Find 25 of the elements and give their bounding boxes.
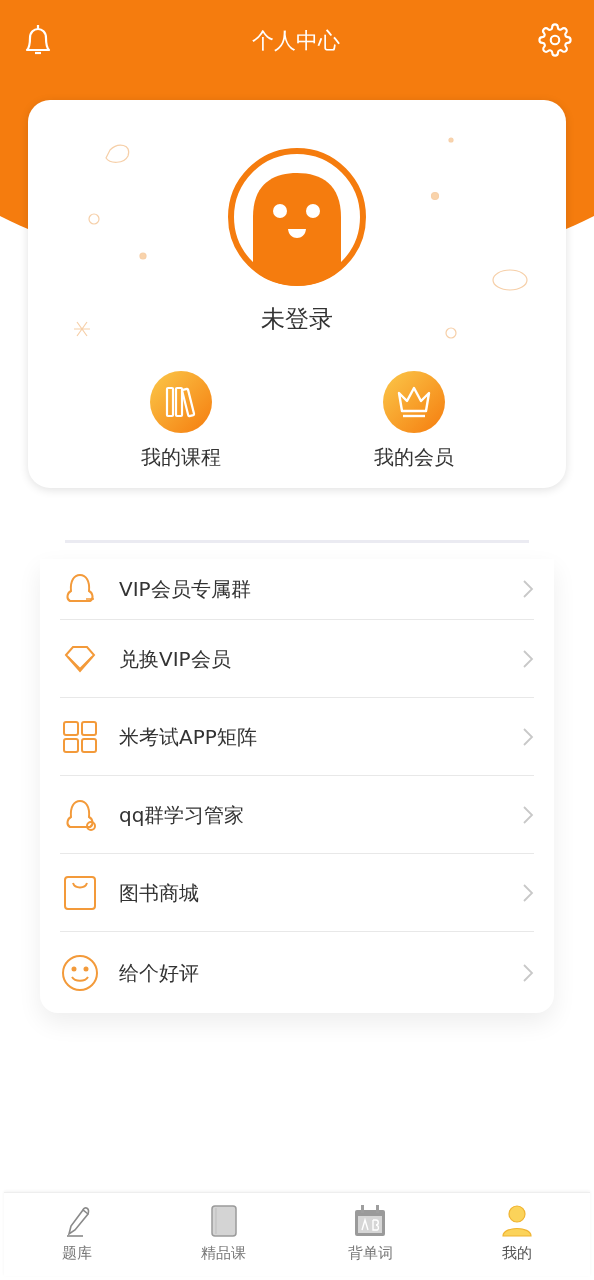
settings-icon[interactable]	[538, 23, 572, 57]
menu-item[interactable]: 给个好评	[60, 931, 534, 1013]
menu-item[interactable]: 兑换VIP会员	[60, 619, 534, 697]
crown-icon	[382, 371, 445, 433]
smile-icon	[60, 952, 100, 993]
menu-item[interactable]: qq群学习管家	[60, 775, 534, 853]
chevron-icon	[522, 648, 534, 669]
tab[interactable]: 题库	[4, 1193, 151, 1276]
quick-link[interactable]: 我的会员	[338, 371, 489, 472]
menu-item[interactable]: 图书商城	[60, 853, 534, 931]
avatar-icon[interactable]	[227, 147, 367, 287]
chevron-icon	[522, 882, 534, 903]
chevron-icon	[522, 579, 534, 599]
tab[interactable]: 精品课	[150, 1193, 297, 1276]
tab[interactable]: 背单词	[297, 1193, 444, 1276]
menu-item[interactable]: VIP会员专属群	[60, 559, 534, 619]
quick-link[interactable]: 我的课程	[105, 371, 256, 472]
chevron-icon	[522, 726, 534, 747]
login-status: 未登录	[261, 304, 333, 335]
page-title: 个人中心	[252, 26, 340, 55]
chevron-icon	[522, 804, 534, 825]
books-icon	[149, 371, 212, 433]
tab[interactable]: 我的	[443, 1193, 590, 1276]
chevron-icon	[522, 962, 534, 983]
menu-item[interactable]: 米考试APP矩阵	[60, 697, 534, 775]
